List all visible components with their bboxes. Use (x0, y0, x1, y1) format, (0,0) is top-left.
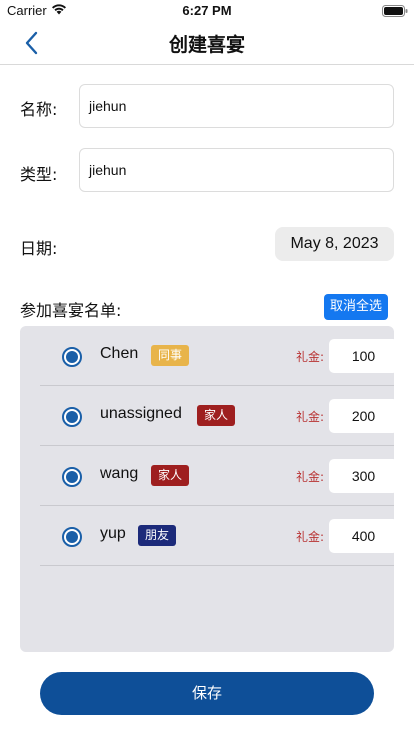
guest-tag: 朋友 (138, 525, 177, 546)
guest-name: wang (100, 465, 139, 482)
guest-tag: 同事 (151, 345, 190, 366)
deselect-all-button[interactable]: 取消全选 (324, 294, 388, 320)
nav-bar: 创建喜宴 (0, 22, 414, 65)
guest-name: Chen (100, 345, 139, 362)
date-picker[interactable]: May 8, 2023 (275, 227, 394, 261)
type-field[interactable]: jiehun (79, 148, 394, 192)
date-label: 日期: (20, 239, 58, 258)
save-button[interactable]: 保存 (40, 672, 374, 715)
status-bar: Carrier 6:27 PM (0, 0, 414, 22)
gift-amount-input[interactable]: 200 (329, 399, 398, 433)
gift-amount-input[interactable]: 300 (329, 459, 398, 493)
guest-list-panel: Chen 同事 礼金: 100 unassigned 家人 礼金: 200 wa… (20, 326, 398, 652)
name-label: 名称: (20, 100, 58, 119)
radio-selected-icon[interactable] (62, 407, 82, 427)
gift-label: 礼金: (296, 470, 325, 484)
radio-selected-icon[interactable] (62, 347, 82, 367)
guest-name: yup (100, 525, 126, 542)
gift-amount-input[interactable]: 400 (329, 519, 398, 553)
guest-row[interactable]: Chen 同事 礼金: 100 (40, 326, 398, 386)
guest-tag: 家人 (151, 465, 190, 486)
gift-amount-input[interactable]: 100 (329, 339, 398, 373)
guest-tag: 家人 (197, 405, 236, 426)
guest-row[interactable]: yup 朋友 礼金: 400 (40, 506, 398, 566)
guest-row[interactable]: unassigned 家人 礼金: 200 (40, 386, 398, 446)
name-field[interactable]: jiehun (79, 84, 394, 128)
radio-selected-icon[interactable] (62, 527, 82, 547)
page-title: 创建喜宴 (168, 34, 245, 56)
guest-list-label: 参加喜宴名单: (20, 301, 122, 320)
gift-label: 礼金: (296, 410, 325, 424)
clock: 6:27 PM (182, 3, 232, 18)
radio-selected-icon[interactable] (62, 467, 82, 487)
guest-name: unassigned (100, 405, 182, 422)
row-divider (40, 565, 394, 566)
gift-label: 礼金: (296, 530, 325, 544)
guest-row[interactable]: wang 家人 礼金: 300 (40, 446, 398, 506)
type-label: 类型: (20, 165, 58, 184)
gift-label: 礼金: (296, 350, 325, 364)
battery-icon (382, 5, 408, 17)
